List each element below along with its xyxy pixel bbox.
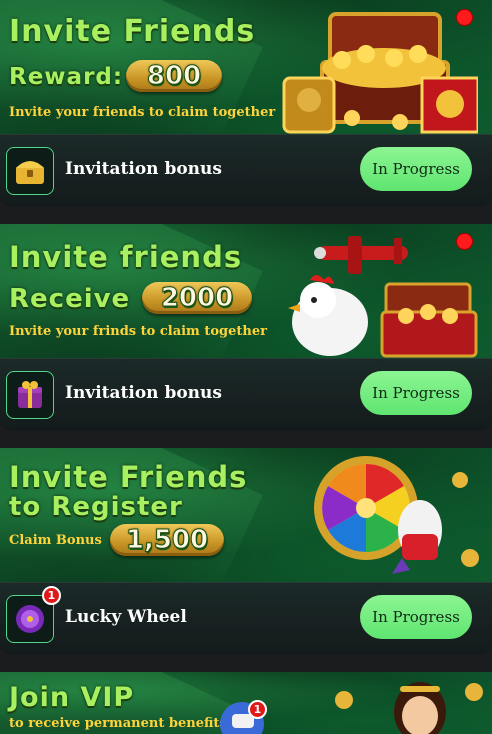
reward-value-pill: 800 — [126, 60, 222, 92]
banner[interactable]: Invite Friends Reward: 800 Invite your f… — [0, 0, 492, 134]
banner-subtitle: Invite your friends to claim together — [9, 105, 276, 120]
task-card-lucky-wheel: Invite Friends to Register Claim Bonus 1… — [0, 448, 492, 655]
banner-title: Join VIP — [9, 682, 135, 713]
treasure-chest-illustration — [282, 12, 478, 134]
airplane-chicken-chest-illustration — [288, 236, 478, 358]
banner-subtitle: Invite your frinds to claim together — [9, 324, 267, 339]
treasure-chest-icon — [6, 147, 54, 195]
reward-value-pill: 1,500 — [110, 524, 224, 556]
banner[interactable]: Join VIP to receive permanent benefits 1 — [0, 672, 492, 734]
task-card-invite-2000: Invite friends Receive 2000 Invite your … — [0, 224, 492, 431]
banner-title: Invite Friends — [9, 14, 256, 49]
task-footer: Invitation bonus In Progress — [0, 358, 492, 431]
banner[interactable]: Invite friends Receive 2000 Invite your … — [0, 224, 492, 358]
notification-badge: 1 — [248, 700, 267, 719]
in-progress-button[interactable]: In Progress — [360, 371, 472, 415]
banner-subtitle: to receive permanent benefits — [9, 716, 227, 731]
task-card-invite-800: Invite Friends Reward: 800 Invite your f… — [0, 0, 492, 207]
task-label: Invitation bonus — [65, 383, 222, 403]
task-card-join-vip: Join VIP to receive permanent benefits 1 — [0, 672, 492, 734]
task-label: Invitation bonus — [65, 159, 222, 179]
reward-label: Reward: — [9, 64, 124, 90]
gift-box-icon — [6, 371, 54, 419]
task-footer: Invitation bonus In Progress — [0, 134, 492, 207]
lucky-wheel-illustration — [314, 456, 479, 574]
notification-dot — [456, 233, 473, 250]
notification-dot — [456, 9, 473, 26]
claim-bonus-label: Claim Bonus — [9, 533, 102, 548]
in-progress-button[interactable]: In Progress — [360, 147, 472, 191]
banner-title: Invite friends — [9, 240, 243, 274]
banner[interactable]: Invite Friends to Register Claim Bonus 1… — [0, 448, 492, 582]
reward-value-pill: 2000 — [142, 282, 252, 314]
in-progress-button[interactable]: In Progress — [360, 595, 472, 639]
banner-title-line2: to Register — [9, 492, 183, 522]
banner-title-line1: Invite Friends — [9, 460, 248, 494]
task-label: Lucky Wheel — [65, 607, 187, 627]
reward-label: Receive — [9, 284, 131, 314]
notification-badge: 1 — [42, 586, 61, 605]
task-footer: 1 Lucky Wheel In Progress — [0, 582, 492, 655]
